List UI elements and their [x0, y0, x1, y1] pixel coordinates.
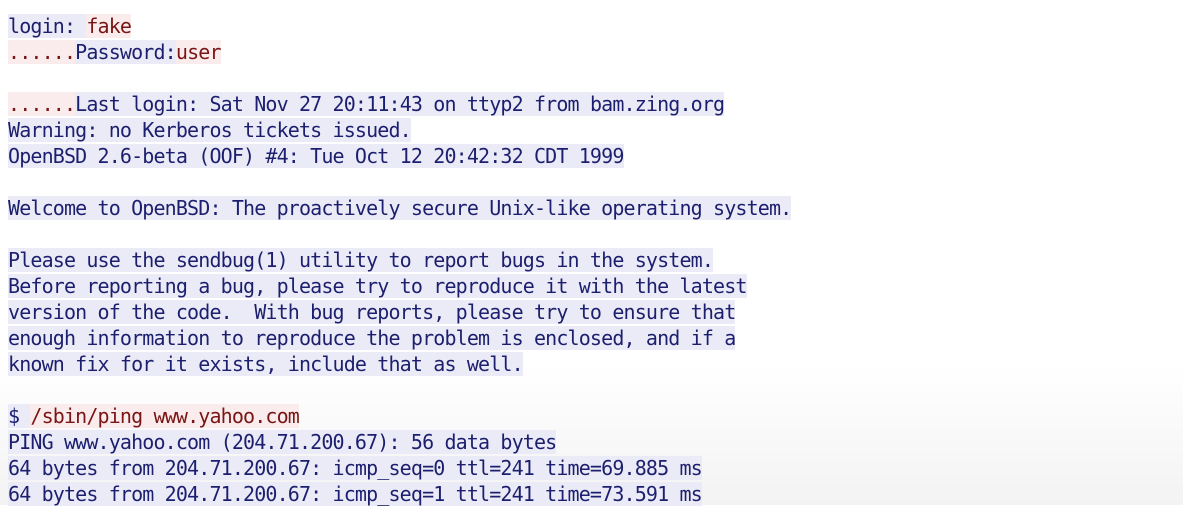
terminal-transcript: login: fake ......Password:user ......La… — [8, 13, 792, 507]
notice-line: Before reporting a bug, please try to re… — [8, 273, 791, 299]
login-input-value: fake — [86, 14, 132, 38]
notice-text: known fix for it exists, include that as… — [8, 352, 524, 376]
notice-line: version of the code. With bug reports, p… — [8, 299, 791, 325]
kerberos-warning-line: Warning: no Kerberos tickets issued. — [8, 117, 791, 143]
ping-reply-line: 64 bytes from 204.71.200.67: icmp_seq=0 … — [8, 455, 791, 481]
notice-text: version of the code. With bug reports, p… — [8, 300, 736, 324]
login-prompt: login: — [8, 14, 87, 38]
ping-reply-text: 64 bytes from 204.71.200.67: icmp_seq=0 … — [8, 456, 703, 480]
welcome-line: Welcome to OpenBSD: The proactively secu… — [8, 195, 792, 221]
welcome-text: Welcome to OpenBSD: The proactively secu… — [8, 196, 792, 220]
motd-dots: ...... — [8, 92, 76, 116]
os-version-text: OpenBSD 2.6-beta (OOF) #4: Tue Oct 12 20… — [8, 144, 624, 168]
ping-reply-line: 64 bytes from 204.71.200.67: icmp_seq=1 … — [8, 481, 791, 507]
ping-reply-text: 64 bytes from 204.71.200.67: icmp_seq=1 … — [8, 482, 703, 506]
password-input-value: user — [175, 40, 222, 64]
shell-prompt: $ — [8, 404, 31, 428]
password-typing-dots: ...... — [8, 40, 76, 64]
ping-header-text: PING www.yahoo.com (204.71.200.67): 56 d… — [8, 430, 557, 454]
notice-text: enough information to reproduce the prob… — [8, 326, 736, 350]
command-line: $ /sbin/ping www.yahoo.com — [8, 403, 791, 429]
notice-line: enough information to reproduce the prob… — [8, 325, 791, 351]
last-login-text: Last login: Sat Nov 27 20:11:43 on ttyp2… — [75, 92, 725, 116]
login-line: login: fake — [8, 13, 791, 39]
notice-line: Please use the sendbug(1) utility to rep… — [8, 247, 791, 273]
notice-text: Before reporting a bug, please try to re… — [8, 274, 747, 298]
os-version-line: OpenBSD 2.6-beta (OOF) #4: Tue Oct 12 20… — [8, 143, 791, 169]
kerberos-warning-text: Warning: no Kerberos tickets issued. — [8, 118, 412, 142]
password-prompt: Password: — [75, 40, 177, 64]
password-line: ......Password:user — [8, 39, 791, 65]
ping-header-line: PING www.yahoo.com (204.71.200.67): 56 d… — [8, 429, 791, 455]
last-login-line: ......Last login: Sat Nov 27 20:11:43 on… — [8, 91, 791, 117]
command-input: /sbin/ping www.yahoo.com — [30, 404, 300, 428]
notice-text: Please use the sendbug(1) utility to rep… — [8, 248, 714, 272]
notice-line: known fix for it exists, include that as… — [8, 351, 791, 377]
